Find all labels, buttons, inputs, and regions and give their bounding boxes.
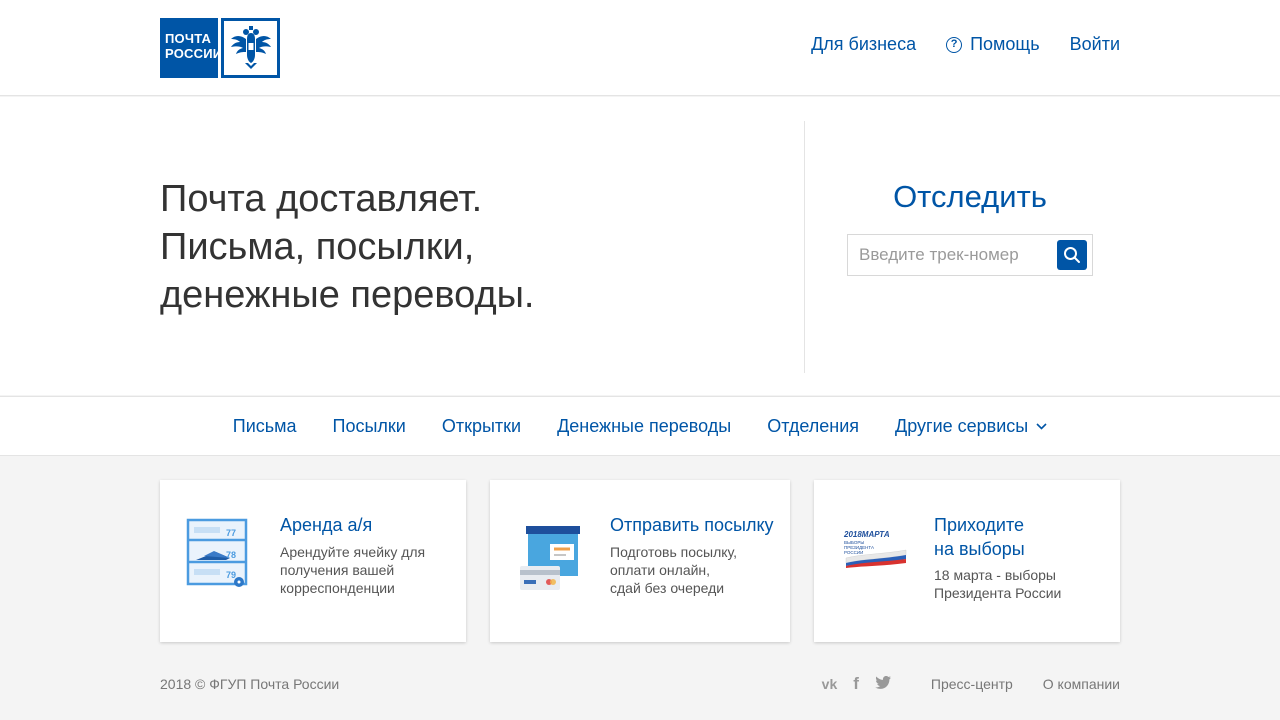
track-number-input[interactable] [848,235,1053,275]
help-link[interactable]: ? Помощь [946,34,1040,55]
card-po-box-desc: Арендуйте ячейку для получения вашей кор… [280,544,426,596]
card-elections-title: Приходите на выборы [934,515,1025,559]
social-links: vk f [822,674,891,694]
press-center-link[interactable]: Пресс-центр [931,676,1013,692]
parcel-box-icon [518,524,582,599]
box-number-78: 78 [226,550,237,560]
pochta-rossii-logo[interactable]: ПОЧТА РОССИИ [160,18,280,78]
hero-line-3: денежные переводы. [160,274,535,316]
card-elections[interactable]: 2018МАРТА ВЫБОРЫ ПРЕЗИДЕНТА РОССИИ Прихо… [814,480,1120,642]
card-elections-desc: 18 марта - выборы Президента России [934,567,1062,601]
double-headed-eagle-icon [221,18,280,78]
twitter-icon[interactable] [875,675,891,693]
card-send-parcel-desc: Подготовь посылку, оплати онлайн, сдай б… [610,544,738,596]
nav-postcards[interactable]: Открытки [442,416,521,437]
header: ПОЧТА РОССИИ Для бизнеса ? Помощь Войти [0,0,1280,96]
track-search-button[interactable] [1057,240,1087,270]
facebook-icon[interactable]: f [853,674,859,694]
hero-line-1: Почта доставляет. [160,178,483,220]
vk-icon[interactable]: vk [822,676,838,692]
card-po-box-title: Аренда а/я [280,515,373,535]
card-send-parcel-title: Отправить посылку [610,515,774,535]
card-po-box-rent[interactable]: 77 78 79 Аренда а/я Арендуйте ячейку для… [160,480,466,642]
footer-copyright: 2018 © ФГУП Почта России [160,676,340,692]
hero-title: Почта доставляет. Письма, посылки, денеж… [160,175,535,319]
top-nav: Для бизнеса ? Помощь Войти [811,34,1120,55]
nav-transfers[interactable]: Денежные переводы [557,416,731,437]
nav-other-services[interactable]: Другие сервисы [895,416,1047,437]
box-number-79: 79 [226,570,237,580]
question-circle-icon: ? [946,36,963,53]
about-company-link[interactable]: О компании [1043,676,1120,692]
nav-offices[interactable]: Отделения [767,416,859,437]
footer-links: vk f Пресс-центр О компании [822,674,1120,694]
hero-divider [804,121,805,373]
nav-letters-label: Письма [232,415,297,436]
nav-postcards-label: Открытки [441,415,522,436]
card-send-parcel[interactable]: Отправить посылку Подготовь посылку, опл… [490,480,790,642]
nav-transfers-label: Денежные переводы [557,415,732,436]
chevron-down-icon [1036,422,1047,430]
nav-offices-label: Отделения [767,415,860,436]
logo-line1: ПОЧТА [165,31,212,46]
business-label: Для бизнеса [811,34,917,54]
nav-parcels[interactable]: Посылки [333,416,406,437]
track-search-box [847,234,1093,276]
elections-icon-date: 2018МАРТА [844,530,890,539]
track-title: Отследить [893,179,1047,214]
nav-other-label: Другие сервисы [895,415,1029,436]
po-box-icon: 77 78 79 [186,518,250,595]
nav-parcels-label: Посылки [332,415,406,436]
main-nav: Письма Посылки Открытки Денежные перевод… [0,396,1280,456]
hero-section: Почта доставляет. Письма, посылки, денеж… [0,97,1280,395]
hero-line-2: Письма, посылки, [160,226,475,268]
search-icon [1064,247,1080,263]
box-number-77: 77 [226,528,237,538]
logo-line2: РОССИИ [165,46,223,61]
logo-text: ПОЧТА РОССИИ [160,18,223,78]
help-label: Помощь [970,34,1040,54]
russian-flag-ribbon-icon [845,549,907,568]
login-label: Войти [1069,34,1120,54]
nav-letters[interactable]: Письма [233,416,297,437]
business-link[interactable]: Для бизнеса [811,34,916,55]
elections-2018-icon: 2018МАРТА ВЫБОРЫ ПРЕЗИДЕНТА РОССИИ [844,530,910,574]
login-link[interactable]: Войти [1070,34,1120,55]
